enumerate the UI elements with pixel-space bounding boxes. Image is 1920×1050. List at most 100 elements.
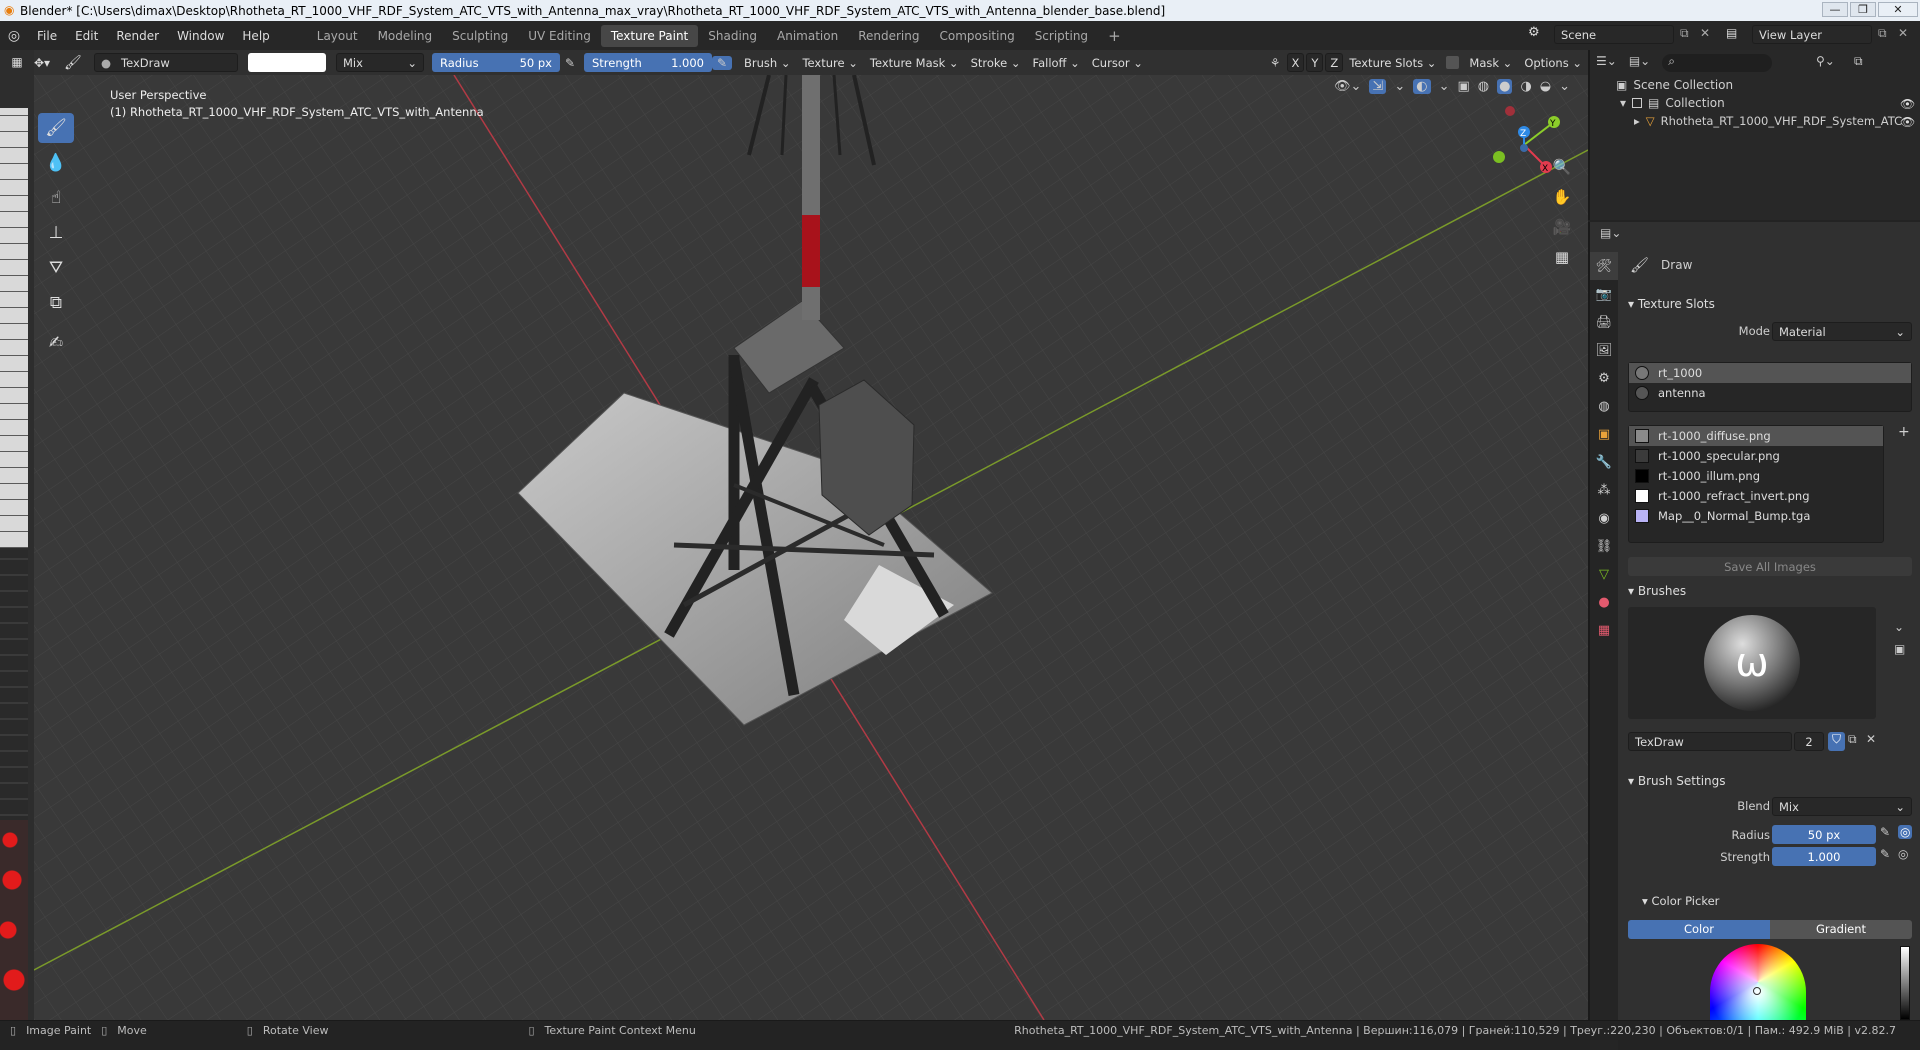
options-menu[interactable]: Options ⌄	[1518, 56, 1588, 70]
radius-pressure-icon[interactable]: ✎	[1880, 825, 1890, 839]
image-slot-item[interactable]: Map__0_Normal_Bump.tga	[1629, 506, 1883, 526]
shading-dropdown-icon[interactable]: ⌄	[1559, 79, 1570, 94]
zoom-icon[interactable]: 🔍	[1550, 155, 1574, 179]
mask-tool-icon[interactable]: ⧉	[38, 288, 74, 318]
view-layer-icon[interactable]: ▤	[1726, 26, 1737, 40]
view-layer-tab-icon[interactable]: 🖼	[1590, 336, 1618, 364]
add-slot-icon[interactable]: +	[1898, 424, 1910, 440]
tab-scripting[interactable]: Scripting	[1025, 25, 1098, 47]
strength-slider[interactable]: Strength 1.000	[584, 53, 712, 72]
gizmo-dropdown-icon[interactable]: ⌄	[1394, 79, 1405, 94]
blend-mode-dropdown[interactable]: Mix ⌄	[336, 53, 424, 72]
tab-layout[interactable]: Layout	[307, 25, 368, 47]
expand-icon[interactable]: ▸	[1634, 114, 1640, 128]
tab-shading[interactable]: Shading	[698, 25, 767, 47]
value-slider[interactable]	[1900, 946, 1910, 1020]
overlay-dropdown-icon[interactable]: ⌄	[1439, 79, 1450, 94]
brush-selector[interactable]: ● TexDraw	[94, 53, 238, 72]
render-tab-icon[interactable]: 📷	[1590, 280, 1618, 308]
save-all-images-button[interactable]: Save All Images	[1628, 557, 1912, 576]
pan-hand-icon[interactable]: ✋	[1550, 185, 1574, 209]
close-button[interactable]: ✕	[1878, 2, 1918, 17]
texture-slots-header[interactable]: ▾ Texture Slots	[1628, 297, 1715, 311]
data-tab-icon[interactable]: ▽	[1590, 560, 1618, 588]
remove-brush-icon[interactable]: ✕	[1866, 732, 1876, 746]
texture-mask-menu[interactable]: Texture Mask ⌄	[864, 56, 965, 70]
outliner-collection[interactable]: ▾ ▤ Collection	[1620, 96, 1725, 110]
image-slot-item[interactable]: rt-1000_specular.png	[1629, 446, 1883, 466]
brush-settings-header[interactable]: ▾ Brush Settings	[1628, 774, 1726, 788]
gradient-tab[interactable]: Gradient	[1770, 920, 1912, 939]
draw-tool-icon[interactable]: 🖌	[38, 113, 74, 143]
radius-unit-icon[interactable]: ◎	[1898, 825, 1913, 839]
delete-view-layer-icon[interactable]: ✕	[1898, 26, 1908, 40]
collection-checkbox[interactable]	[1632, 98, 1643, 108]
blend-dropdown[interactable]: Mix ⌄	[1772, 797, 1912, 816]
ortho-grid-icon[interactable]: ▦	[1550, 245, 1574, 269]
brush-image-icon[interactable]: ▣	[1894, 642, 1905, 656]
mode-dropdown[interactable]: Material ⌄	[1772, 322, 1912, 341]
expand-icon[interactable]: ▾	[1620, 96, 1626, 110]
output-tab-icon[interactable]: 🖨	[1590, 308, 1618, 336]
material-item-antenna[interactable]: antenna	[1629, 383, 1911, 403]
scene-tab-icon[interactable]: ⚙	[1590, 364, 1618, 392]
add-workspace-icon[interactable]: +	[1098, 23, 1131, 49]
minimize-button[interactable]: —	[1822, 2, 1848, 17]
properties-editor-icon[interactable]: ▤⌄	[1600, 226, 1621, 240]
duplicate-brush-icon[interactable]: ⧉	[1848, 732, 1857, 747]
color-tab[interactable]: Color	[1628, 920, 1770, 939]
annotate-tool-icon[interactable]: ✍	[38, 328, 74, 358]
rendered-shading-icon[interactable]: ◒	[1540, 79, 1551, 94]
tab-texture-paint[interactable]: Texture Paint	[600, 24, 699, 47]
texture-slots-menu[interactable]: Texture Slots ⌄	[1343, 56, 1442, 70]
overlay-toggle-icon[interactable]: ◐	[1413, 79, 1431, 94]
outliner-object[interactable]: ▸ ▽ Rhotheta_RT_1000_VHF_RDF_System_ATC	[1634, 114, 1902, 128]
texture-menu[interactable]: Texture ⌄	[796, 56, 863, 70]
soften-tool-icon[interactable]: 💧	[38, 148, 74, 178]
object-visibility-icon[interactable]: 👁	[1900, 115, 1915, 129]
symmetry-y-toggle[interactable]: Y	[1306, 53, 1324, 72]
smear-tool-icon[interactable]: ☝	[38, 183, 74, 213]
material-item-rt-1000[interactable]: rt_1000	[1629, 363, 1911, 383]
editor-type-icon-left[interactable]: ▦	[0, 50, 34, 75]
brush-menu[interactable]: Brush ⌄	[738, 56, 796, 70]
falloff-menu[interactable]: Falloff ⌄	[1027, 56, 1086, 70]
display-mode-icon[interactable]: ▤⌄	[1629, 54, 1650, 72]
clone-tool-icon[interactable]: ⊥	[38, 218, 74, 248]
new-collection-icon[interactable]: ⧉	[1854, 54, 1863, 69]
radius-slider-props[interactable]: 50 px	[1772, 825, 1876, 844]
menu-render[interactable]: Render	[107, 29, 168, 43]
3d-viewport[interactable]: User Perspective (1) Rhotheta_RT_1000_VH…	[34, 75, 1588, 1020]
mask-checkbox[interactable]	[1446, 56, 1460, 69]
tool-icon[interactable]: ✥▾	[34, 56, 64, 70]
collection-visibility-icon[interactable]: 👁	[1900, 97, 1915, 111]
outliner-editor-icon[interactable]: ☰⌄	[1596, 54, 1617, 72]
tab-rendering[interactable]: Rendering	[848, 25, 929, 47]
color-picker-header[interactable]: ▾ Color Picker	[1642, 894, 1719, 908]
scene-icon[interactable]: ⚙	[1528, 25, 1550, 45]
fake-user-shield-icon[interactable]: ⛉	[1828, 732, 1845, 751]
new-scene-icon[interactable]: ⧉	[1680, 26, 1689, 41]
tab-compositing[interactable]: Compositing	[929, 25, 1024, 47]
menu-edit[interactable]: Edit	[66, 29, 107, 43]
mask-menu[interactable]: Mask ⌄	[1463, 56, 1518, 70]
tab-uv-editing[interactable]: UV Editing	[518, 25, 601, 47]
color-wheel[interactable]	[1710, 944, 1806, 1020]
brush-preview-area[interactable]: ω	[1628, 607, 1876, 719]
view-layer-selector[interactable]: View Layer	[1752, 25, 1872, 44]
object-tab-icon[interactable]: ▣	[1590, 420, 1618, 448]
solid-shading-icon[interactable]: ●	[1497, 79, 1513, 94]
delete-scene-icon[interactable]: ✕	[1700, 26, 1710, 40]
brush-list-dropdown-icon[interactable]: ⌄	[1894, 620, 1904, 634]
wireframe-shading-icon[interactable]: ◍	[1478, 79, 1489, 94]
material-shading-icon[interactable]: ◑	[1520, 79, 1531, 94]
strength-extra-icon[interactable]: ◎	[1898, 847, 1908, 861]
texture-tab-icon[interactable]: ▦	[1590, 616, 1618, 644]
tab-sculpting[interactable]: Sculpting	[442, 25, 518, 47]
outliner-scene-collection[interactable]: ▣ Scene Collection	[1616, 78, 1733, 92]
menu-help[interactable]: Help	[233, 29, 278, 43]
radius-pressure-icon[interactable]: ✎	[560, 56, 580, 70]
brush-name-field[interactable]: TexDraw	[1628, 732, 1792, 751]
color-swatch[interactable]	[248, 53, 326, 72]
cursor-menu[interactable]: Cursor ⌄	[1086, 56, 1149, 70]
